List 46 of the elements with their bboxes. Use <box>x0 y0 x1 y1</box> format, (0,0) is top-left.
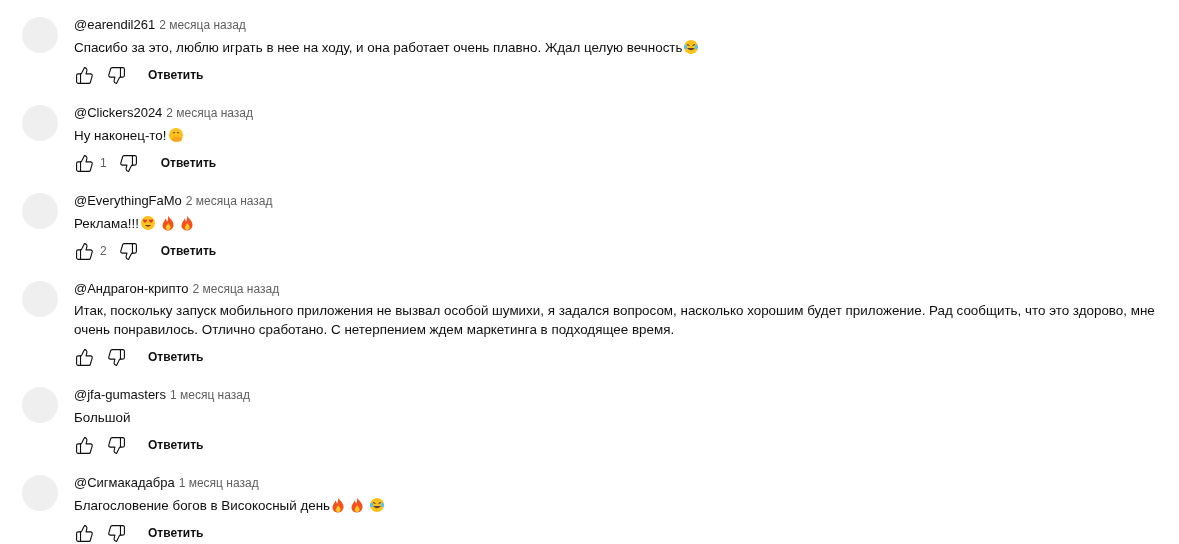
comment-text: Ну наконец-то! <box>74 125 184 145</box>
fire-emoji-icon <box>160 214 175 231</box>
reply-button[interactable]: Ответить <box>138 430 214 460</box>
like-count: 1 <box>100 156 107 170</box>
thumbs-up-icon <box>74 153 94 173</box>
comment-time[interactable]: 1 месяц назад <box>178 475 259 491</box>
fire-emoji-icon <box>179 214 194 231</box>
comment-author[interactable]: @Сигмакадабра <box>74 475 175 491</box>
thumbs-up-icon <box>74 523 94 543</box>
comment-text: Реклама!!! <box>74 213 194 233</box>
fire-emoji-icon <box>350 496 365 513</box>
thumbs-down-icon <box>119 241 139 261</box>
comment-time[interactable]: 2 месяца назад <box>159 17 246 33</box>
comment-text: Спасибо за это, люблю играть в нее на ходу, и она работает очень плавно. Ждал целую вечность <box>74 37 700 57</box>
reply-button[interactable]: Ответить <box>150 148 227 178</box>
comment-author[interactable]: @earendil261 <box>74 17 156 33</box>
thumbs-up-icon <box>74 65 94 85</box>
comment-time[interactable]: 1 месяц назад <box>169 387 250 403</box>
reply-button[interactable]: Ответить <box>138 518 214 544</box>
thumbs-down-icon <box>106 65 126 85</box>
face-with-hand-emoji-icon <box>167 126 184 143</box>
reply-button[interactable]: Ответить <box>150 236 227 266</box>
comment-time[interactable]: 2 месяца назад <box>166 105 253 121</box>
thumbs-up-icon <box>74 347 94 367</box>
comment-time[interactable]: 2 месяца назад <box>185 193 273 209</box>
reply-button[interactable]: Ответить <box>138 60 214 90</box>
thumbs-down-icon <box>106 435 126 455</box>
comment-text: Большой <box>74 408 131 427</box>
thumbs-up-icon <box>74 435 94 455</box>
heart-eyes-emoji-icon <box>139 214 156 231</box>
comment-author[interactable]: @Андрагон-крипто <box>74 281 189 297</box>
like-count: 2 <box>100 244 107 258</box>
thumbs-down-icon <box>119 153 139 173</box>
laughing-emoji-icon <box>369 496 386 513</box>
comment-time[interactable]: 2 месяца назад <box>192 281 280 297</box>
comment-author[interactable]: @Clickers2024 <box>74 105 163 121</box>
reply-button[interactable]: Ответить <box>138 342 214 372</box>
comment-author[interactable]: @jfa-gumasters <box>74 387 166 403</box>
comment-author[interactable]: @EverythingFaMo <box>74 193 182 209</box>
laughing-emoji-icon <box>683 38 700 55</box>
comment-text: Благословение богов в Високосный день <box>74 495 386 515</box>
fire-emoji-icon <box>331 496 346 513</box>
thumbs-down-icon <box>106 347 126 367</box>
thumbs-up-icon <box>74 241 94 261</box>
comment-text: Итак, поскольку запуск мобильного приложения не вызвал особой шумихи, я задался вопросом, насколько хорошим будет приложение. Рад сообщить, что это здорово, мне очень понравилось. Отлично сработано. С нетерпением ждем маркетинга в подходящее время. <box>74 302 1156 339</box>
thumbs-down-icon <box>106 523 126 543</box>
